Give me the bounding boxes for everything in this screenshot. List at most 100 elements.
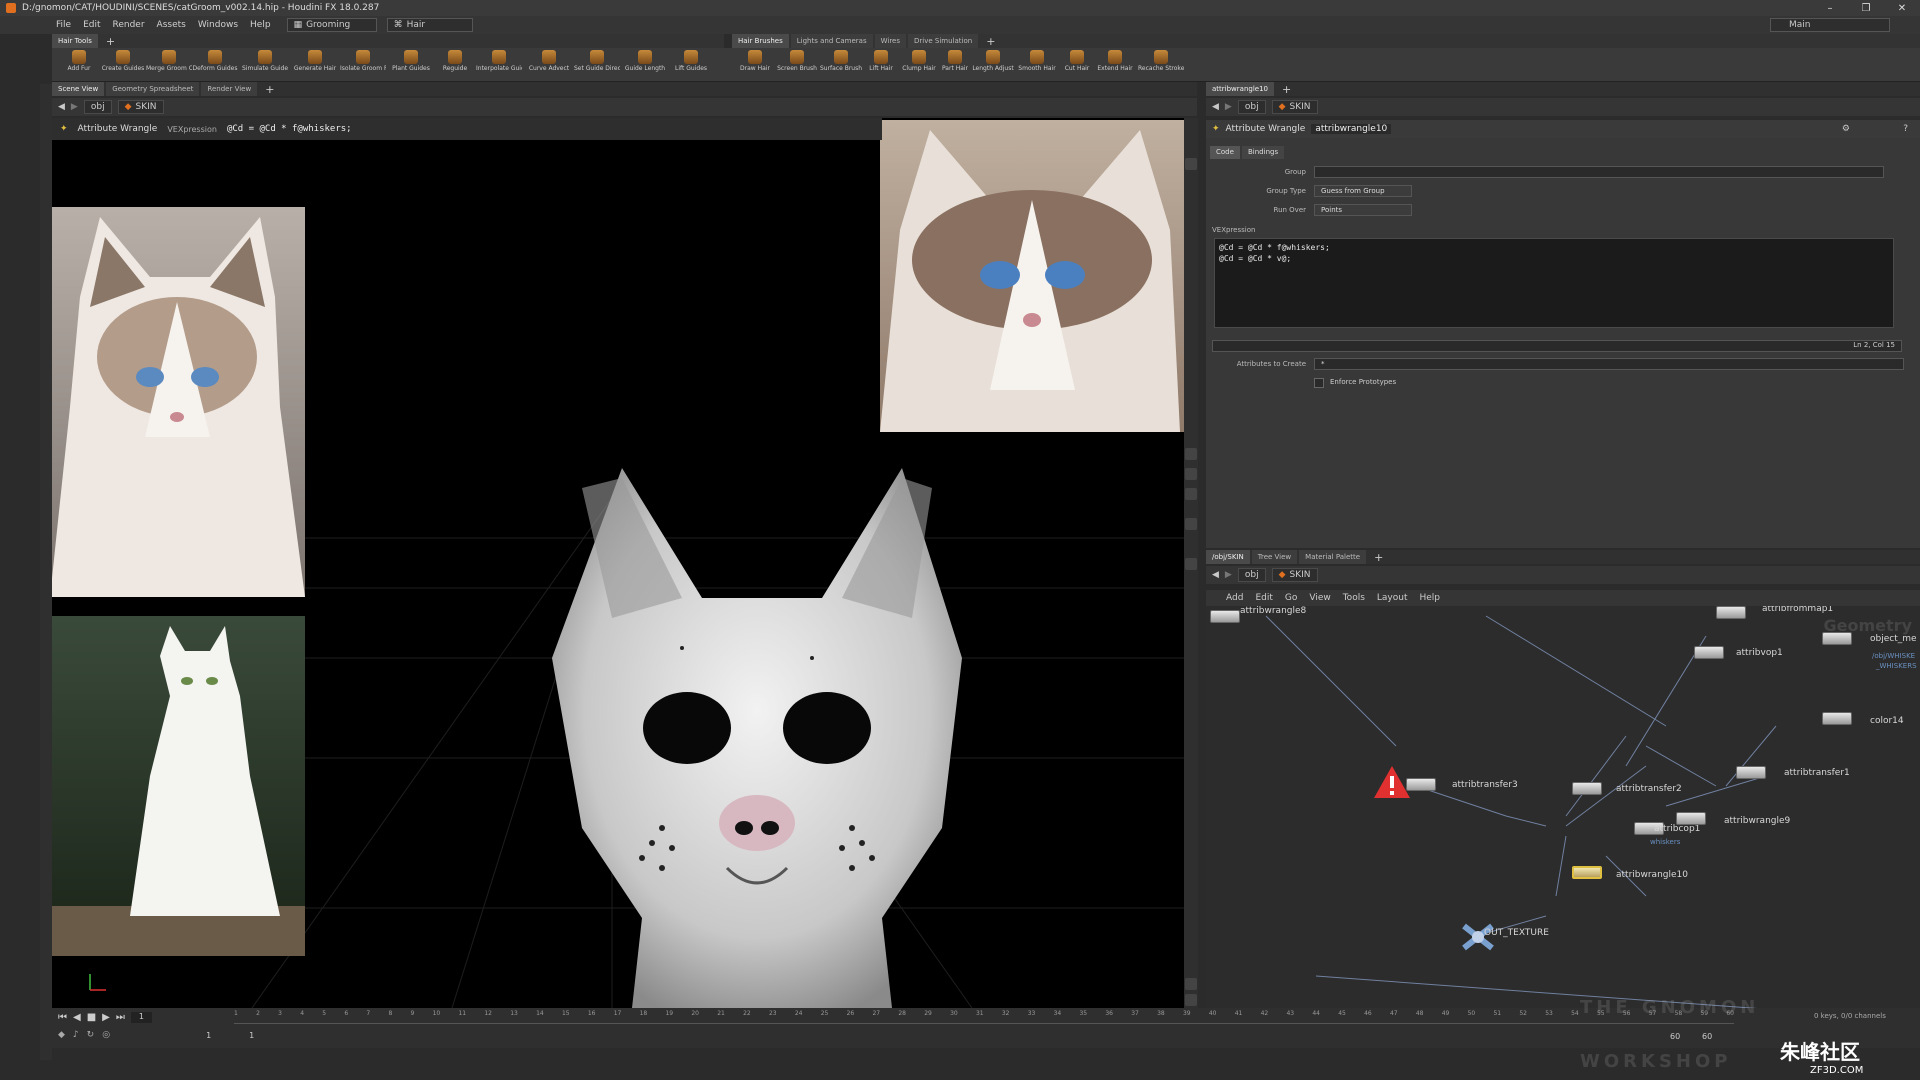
shelf-tab-hair-brushes[interactable]: Hair Brushes xyxy=(732,34,789,48)
back-arrow-icon[interactable]: ◀ xyxy=(58,102,65,112)
range-start-field[interactable]: 1 xyxy=(206,1031,211,1040)
jump-end-icon[interactable]: ⏭ xyxy=(116,1012,125,1023)
info-icon[interactable] xyxy=(1185,978,1197,990)
path-obj[interactable]: obj xyxy=(83,100,112,114)
enforce-prototypes-checkbox[interactable] xyxy=(1314,378,1324,388)
menu-edit[interactable]: Edit xyxy=(77,20,106,30)
tool-simulate-guides[interactable]: Simulate Guides xyxy=(242,50,288,80)
tab-tree-view[interactable]: Tree View xyxy=(1251,550,1298,564)
tool-add-fur[interactable]: Add Fur xyxy=(56,50,102,80)
menu-file[interactable]: File xyxy=(50,20,77,30)
menu-assets[interactable]: Assets xyxy=(151,20,192,30)
node-color14[interactable] xyxy=(1822,712,1852,725)
maximize-icon[interactable]: ❐ xyxy=(1846,0,1886,16)
add-shelf-icon[interactable]: + xyxy=(100,35,121,48)
current-frame-field[interactable]: 1 xyxy=(130,1012,152,1023)
net-menu-layout[interactable]: Layout xyxy=(1371,593,1414,603)
operator-expression[interactable]: @Cd = @Cd * f@whiskers; xyxy=(227,124,352,134)
tool-generate-hair[interactable]: Generate Hair xyxy=(292,50,338,80)
jump-start-icon[interactable]: ⏮ xyxy=(58,1012,67,1023)
network-editor[interactable]: Geometry attribwrangle8 attribfrommap1 a… xyxy=(1206,606,1920,1018)
frame-ruler[interactable]: 1 2 3 4 5 6 7 8 9 10 11 12 13 14 15 16 17 18 19 20 21 22 23 2… xyxy=(234,1010,1734,1024)
tool-guide-length[interactable]: Guide Length xyxy=(622,50,668,80)
shelf-tab-wires[interactable]: Wires xyxy=(874,34,907,48)
play-icon[interactable]: ▶ xyxy=(102,1012,110,1023)
group-field[interactable] xyxy=(1314,166,1884,178)
tool-length-adjust[interactable]: Length Adjust xyxy=(970,50,1016,80)
tool-create-guides[interactable]: Create Guides xyxy=(100,50,146,80)
tool-recache-strokes[interactable]: Recache Strokes xyxy=(1138,50,1184,80)
node-attribvop1[interactable] xyxy=(1694,646,1724,659)
tab-bindings[interactable]: Bindings xyxy=(1242,146,1285,159)
range-start2-field[interactable]: 1 xyxy=(249,1031,254,1040)
help-icon[interactable]: ? xyxy=(1903,124,1908,134)
tab-code[interactable]: Code xyxy=(1210,146,1240,159)
step-back-icon[interactable]: ◀ xyxy=(73,1012,81,1023)
back-arrow-icon[interactable]: ◀ xyxy=(1212,102,1219,112)
tab-obj-skin[interactable]: /obj/SKIN xyxy=(1206,550,1250,564)
scene-viewport[interactable]: ✦ Attribute Wrangle VEXpression @Cd = @C… xyxy=(52,118,1184,1008)
add-tab-icon[interactable]: + xyxy=(1276,83,1297,96)
node-attribtransfer2[interactable] xyxy=(1572,782,1602,795)
net-path-skin[interactable]: ◆ SKIN xyxy=(1271,568,1318,582)
vex-code-editor[interactable]: @Cd = @Cd * f@whiskers; @Cd = @Cd * v@; xyxy=(1214,238,1894,328)
node-attribwrangle10[interactable] xyxy=(1572,866,1602,879)
forward-arrow-icon[interactable]: ▶ xyxy=(1225,102,1232,112)
tool-isolate-groom[interactable]: Isolate Groom Parts xyxy=(340,50,386,80)
tab-scene-view[interactable]: Scene View xyxy=(52,82,105,96)
tab-material-palette[interactable]: Material Palette xyxy=(1299,550,1367,564)
group-type-dropdown[interactable]: Guess from Group xyxy=(1314,185,1412,197)
attributes-to-create-field[interactable]: * xyxy=(1314,358,1904,370)
minimize-icon[interactable]: – xyxy=(1810,0,1850,16)
node-object-merge[interactable] xyxy=(1822,632,1852,645)
tab-geometry-spreadsheet[interactable]: Geometry Spreadsheet xyxy=(106,82,200,96)
tool-screen-brush[interactable]: Screen Brush xyxy=(774,50,820,80)
net-menu-edit[interactable]: Edit xyxy=(1249,593,1278,603)
node-attribwrangle9[interactable] xyxy=(1676,812,1706,825)
tool-merge-groom[interactable]: Merge Groom Objects xyxy=(146,50,192,80)
net-menu-add[interactable]: Add xyxy=(1220,593,1249,603)
tool-reguide[interactable]: Reguide xyxy=(432,50,478,80)
node-attribtransfer3[interactable] xyxy=(1406,778,1436,791)
net-path-obj[interactable]: obj xyxy=(1237,568,1266,582)
menu-windows[interactable]: Windows xyxy=(192,20,244,30)
tool-interpolate-guides[interactable]: Interpolate Guides xyxy=(476,50,522,80)
context-selector[interactable]: ⌘ Hair xyxy=(386,18,473,32)
net-menu-tools[interactable]: Tools xyxy=(1337,593,1371,603)
gear-icon[interactable]: ⚙ xyxy=(1842,124,1850,134)
ghost-icon[interactable] xyxy=(1185,488,1197,500)
tool-deform-guides[interactable]: Deform Guides xyxy=(192,50,238,80)
display-option-icon[interactable] xyxy=(1185,158,1197,170)
tab-render-view[interactable]: Render View xyxy=(201,82,258,96)
path-skin[interactable]: ◆ SKIN xyxy=(117,100,164,114)
main-desktop-selector[interactable]: Main xyxy=(1770,18,1890,32)
shelf-tab-hair-tools[interactable]: Hair Tools xyxy=(52,34,98,48)
tool-plant-guides[interactable]: Plant Guides xyxy=(388,50,434,80)
forward-arrow-icon[interactable]: ▶ xyxy=(71,102,78,112)
forward-arrow-icon[interactable]: ▶ xyxy=(1225,570,1232,580)
node-name-field[interactable]: attribwrangle10 xyxy=(1311,124,1392,134)
camera-icon[interactable] xyxy=(1185,518,1197,530)
loop-icon[interactable]: ↻ xyxy=(87,1030,95,1040)
back-arrow-icon[interactable]: ◀ xyxy=(1212,570,1219,580)
net-menu-go[interactable]: Go xyxy=(1279,593,1303,603)
net-menu-view[interactable]: View xyxy=(1303,593,1336,603)
add-tab-icon[interactable]: + xyxy=(259,83,280,96)
close-icon[interactable]: ✕ xyxy=(1882,0,1920,16)
node-attribfrommap1[interactable] xyxy=(1716,606,1746,619)
tool-lift-guides[interactable]: Lift Guides xyxy=(668,50,714,80)
net-menu-help[interactable]: Help xyxy=(1414,593,1447,603)
shelf-tab-drive-simulation[interactable]: Drive Simulation xyxy=(908,34,979,48)
node-attribwrangle8[interactable] xyxy=(1210,610,1240,623)
tool-extend-hair[interactable]: Extend Hair xyxy=(1092,50,1138,80)
realtime-icon[interactable]: ◎ xyxy=(102,1030,110,1040)
run-over-dropdown[interactable]: Points xyxy=(1314,204,1412,216)
audio-icon[interactable]: ♪ xyxy=(73,1030,79,1040)
snap-icon[interactable] xyxy=(1185,558,1197,570)
menu-render[interactable]: Render xyxy=(107,20,151,30)
stop-icon[interactable]: ■ xyxy=(87,1012,96,1023)
tab-attribwrangle10[interactable]: attribwrangle10 xyxy=(1206,82,1274,96)
shading-icon[interactable] xyxy=(1185,448,1197,460)
add-shelf-icon[interactable]: + xyxy=(980,35,1001,48)
key-icon[interactable]: ◆ xyxy=(58,1030,65,1040)
